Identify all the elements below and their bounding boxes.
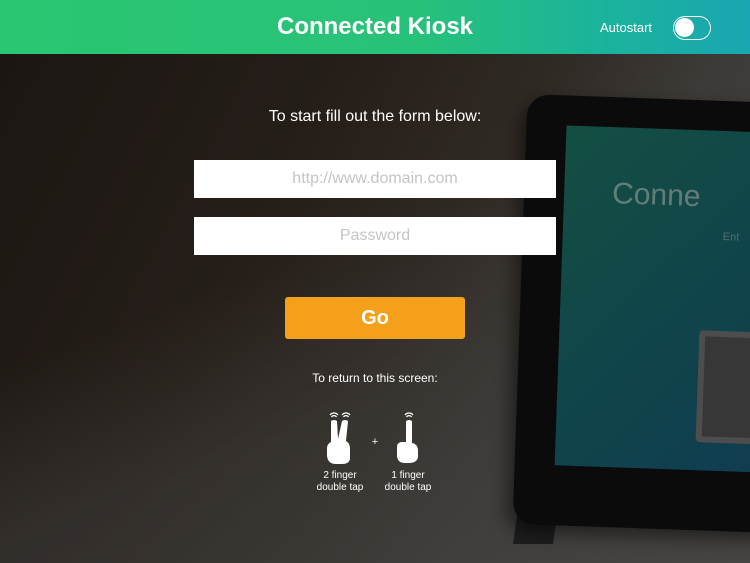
one-finger-gesture: 1 finger double tap bbox=[368, 408, 448, 494]
autostart-toggle[interactable] bbox=[673, 16, 711, 40]
one-finger-caption-line2: double tap bbox=[384, 482, 432, 493]
return-instructions: To return to this screen: bbox=[312, 371, 438, 385]
two-finger-tap-icon bbox=[327, 412, 351, 464]
toggle-knob bbox=[675, 18, 694, 37]
go-button[interactable]: Go bbox=[285, 297, 465, 339]
password-input[interactable] bbox=[194, 217, 556, 255]
header-bar: Connected Kiosk Autostart bbox=[0, 0, 750, 54]
autostart-label: Autostart bbox=[600, 20, 653, 35]
form-instructions: To start fill out the form below: bbox=[268, 108, 482, 125]
one-finger-caption-line1: 1 finger bbox=[391, 470, 425, 481]
kiosk-screen: Conne Ent Connected Kiosk Autostart To s… bbox=[0, 0, 750, 563]
one-finger-tap-icon bbox=[397, 412, 418, 463]
url-input[interactable] bbox=[194, 160, 556, 198]
